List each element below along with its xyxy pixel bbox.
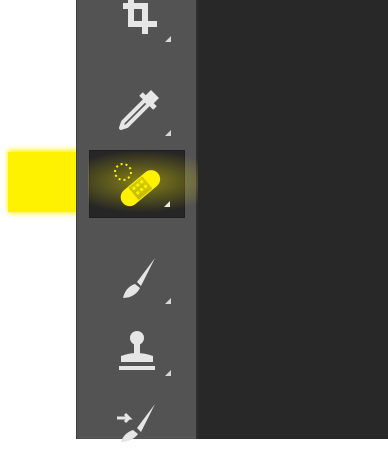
crop-icon — [107, 0, 167, 46]
flyout-arrow-icon — [165, 370, 171, 376]
history-brush-tool-button[interactable] — [89, 392, 185, 460]
spot-healing-brush-tool-button[interactable] — [89, 150, 185, 218]
crop-tool-button[interactable] — [89, 0, 185, 52]
page-background — [0, 0, 76, 439]
brush-tool-button[interactable] — [89, 246, 185, 314]
flyout-arrow-icon — [165, 130, 171, 136]
eyedropper-tool-button[interactable] — [89, 78, 185, 146]
flyout-arrow-icon — [164, 201, 170, 207]
clone-stamp-tool-button[interactable] — [89, 318, 185, 386]
flyout-arrow-icon — [165, 36, 171, 42]
canvas-area[interactable] — [198, 0, 388, 439]
flyout-arrow-icon — [165, 298, 171, 304]
brush-icon — [107, 250, 167, 310]
eyedropper-icon — [107, 82, 167, 142]
healing-bandage-icon — [105, 154, 169, 214]
tools-panel — [76, 0, 198, 442]
stamp-icon — [107, 322, 167, 382]
history-brush-icon — [107, 396, 167, 456]
